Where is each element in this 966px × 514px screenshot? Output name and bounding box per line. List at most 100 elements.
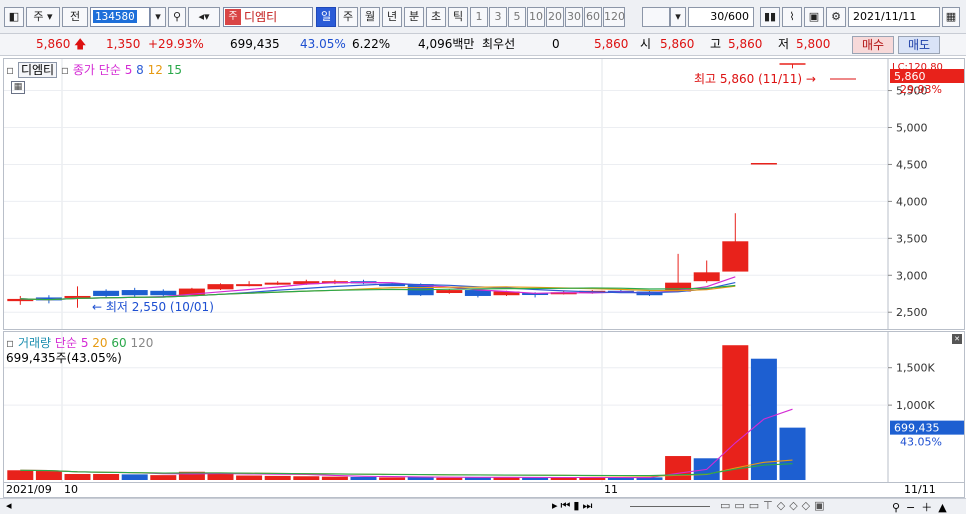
volume-bar-5: [150, 475, 177, 480]
price-chart-pane[interactable]: 5,500 5,000 4,500 4,000 3,500 3,000 2,500 최고 5,…: [3, 58, 965, 330]
drawing-tools-icon[interactable]: ▭▭▭⊤◇◇◇▣: [720, 499, 829, 512]
prev-button[interactable]: 전: [62, 7, 88, 27]
legend-stock-name[interactable]: 디엠티: [17, 62, 58, 78]
zoom-controls-icon[interactable]: ⚲−＋▲: [892, 499, 953, 514]
interval-tab-30[interactable]: 30: [565, 7, 583, 27]
legend-ma-periods: 5 8 12 15: [125, 63, 182, 77]
volume-bar-8: [236, 475, 263, 480]
interval-dropdown-icon[interactable]: ▾: [670, 7, 686, 27]
interval-input[interactable]: [642, 7, 670, 27]
market-mode-select[interactable]: 주 ▾: [26, 7, 60, 27]
chart-scroll-bar[interactable]: ◂ ▸⏮▮⏭ ▭▭▭⊤◇◇◇▣ ⚲−＋▲: [0, 498, 966, 514]
sound-icon[interactable]: ◂▾: [188, 7, 220, 27]
stock-code-input[interactable]: 134580: [90, 7, 150, 27]
period-tab-1[interactable]: 주: [338, 7, 358, 27]
period-tab-3[interactable]: 년: [382, 7, 402, 27]
volume-bar-13: [379, 477, 406, 480]
volume-legend-name: 거래량: [17, 336, 52, 350]
volume-legend-ma-20: 20: [88, 336, 108, 350]
volume-bar-23: [665, 456, 692, 480]
data-count-field[interactable]: 30/600: [688, 7, 754, 27]
volume-pct: 43.05%: [300, 37, 346, 51]
volume-summary: 699,435주(43.05%): [6, 351, 122, 365]
priority-value: 0: [552, 37, 560, 51]
interval-tab-60[interactable]: 60: [584, 7, 602, 27]
legend-ma-marker-icon: ▫: [60, 63, 70, 77]
x-label-0: 2021/09: [6, 483, 52, 496]
line-type-icon[interactable]: ⌇: [782, 7, 802, 27]
high-label: 고: [710, 37, 722, 51]
table-grid-icon[interactable]: ▦: [11, 81, 25, 94]
price-tick-3: 4,000: [896, 195, 928, 208]
price-legend: ▫ 디엠티 ▫ 종가 단순 5 8 12 15: [6, 61, 182, 78]
period-tab-6[interactable]: 틱: [448, 7, 468, 27]
search-icon[interactable]: ⚲: [168, 7, 186, 27]
candle-type-icon[interactable]: ▮▮: [760, 7, 780, 27]
price-tick-4: 3,500: [896, 232, 928, 245]
period-tab-0[interactable]: 일: [316, 7, 336, 27]
code-dropdown-icon[interactable]: ▾: [150, 7, 166, 27]
interval-tab-5[interactable]: 5: [508, 7, 526, 27]
interval-tab-20[interactable]: 20: [546, 7, 564, 27]
current-price-tag-label: 5,860: [894, 70, 926, 83]
volume-chart: 1,500K 1,000K 699,43543.05%: [4, 332, 964, 482]
trade-amount: 4,096백만: [418, 37, 475, 51]
candle-body-4: [121, 290, 148, 296]
period-tab-4[interactable]: 분: [404, 7, 424, 27]
volume-bar-18: [522, 477, 549, 480]
zoom-track[interactable]: [630, 506, 710, 507]
price-chart: 5,5005,0004,5004,0003,5003,0002,500최고 5,…: [4, 59, 964, 329]
volume-bar-2: [64, 474, 91, 480]
volume-bar-27: [779, 427, 806, 480]
price-change-pct: +29.93%: [148, 37, 204, 51]
volume-bar-19: [550, 477, 577, 480]
interval-tab-3[interactable]: 3: [489, 7, 507, 27]
open-price: 5,860: [660, 37, 695, 51]
volume-legend-ma-60: 60: [107, 336, 127, 350]
scroll-left-icon[interactable]: ◂: [6, 499, 12, 512]
sell-button[interactable]: 매도: [898, 36, 940, 54]
volume-legend-ma-periods: 5 20 60 120: [81, 336, 154, 350]
up-arrow-icon: 🡅: [74, 37, 87, 51]
volume-bar-10: [293, 476, 320, 480]
low-annotation: ← 최저 2,550 (10/01): [92, 300, 214, 314]
ask-price: 5,860: [594, 37, 629, 51]
current-volume-tag-label: 699,435: [894, 422, 940, 435]
prev-label: 전: [69, 10, 81, 23]
gear-icon[interactable]: ⚙: [826, 7, 846, 27]
volume-tick-0: 1,500K: [896, 362, 935, 375]
pane-close-icon[interactable]: ✕: [952, 334, 962, 344]
interval-tab-1[interactable]: 1: [470, 7, 488, 27]
volume-chart-pane[interactable]: 1,500K 1,000K 699,435 43.05% ▫ 거래량 단순 5 20 …: [3, 331, 965, 483]
period-tab-5[interactable]: 초: [426, 7, 446, 27]
volume-legend-ma-prefix: 단순: [54, 336, 78, 350]
priority-label: 최우선: [482, 37, 516, 51]
volume-legend-ma-120: 120: [126, 336, 154, 350]
x-label-3: 11/11: [904, 483, 936, 496]
volume-bar-21: [607, 477, 634, 480]
legend-ma-12: 12: [143, 63, 163, 77]
buy-button[interactable]: 매수: [852, 36, 894, 54]
volume-bar-1: [35, 471, 62, 480]
low-price: 5,800: [796, 37, 831, 51]
candle-body-7: [207, 284, 234, 290]
price-change: 1,350: [106, 37, 141, 51]
stock-name: 디엠티: [244, 10, 278, 24]
low-label: 저: [778, 37, 790, 51]
period-tab-2[interactable]: 월: [360, 7, 380, 27]
volume-tick-1: 1,000K: [896, 399, 935, 412]
volume-bar-25: [722, 345, 749, 480]
interval-tab-10[interactable]: 10: [527, 7, 545, 27]
calendar-icon[interactable]: ▦: [942, 7, 960, 27]
stock-name-field[interactable]: 주 디엠티: [223, 7, 313, 27]
price-tick-5: 3,000: [896, 269, 928, 282]
legend-ma-prefix: 종가 단순: [72, 63, 121, 77]
volume-bar-15: [436, 477, 463, 480]
playback-controls-icon[interactable]: ▸⏮▮⏭: [552, 499, 595, 513]
current-volume-pct-label: 43.05%: [900, 436, 942, 449]
high-annotation: 최고 5,860 (11/11) →: [694, 72, 816, 86]
chart-menu-icon[interactable]: ◧: [4, 7, 24, 27]
save-icon[interactable]: ▣: [804, 7, 824, 27]
date-input[interactable]: 2021/11/11: [848, 7, 940, 27]
interval-tab-120[interactable]: 120: [603, 7, 625, 27]
